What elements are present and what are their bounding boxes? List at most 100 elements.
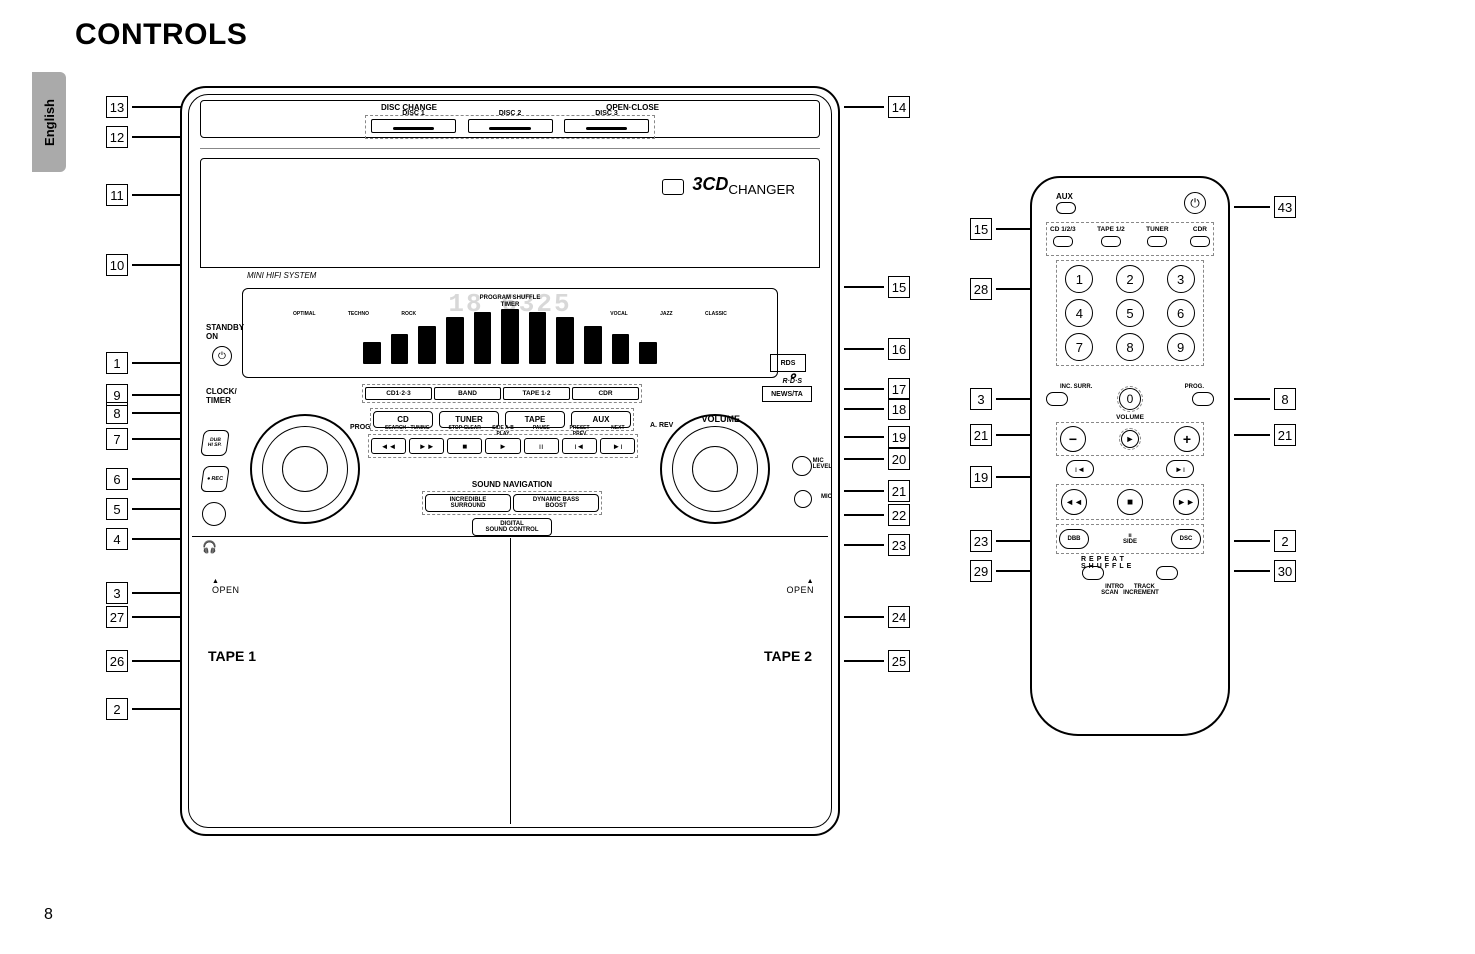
remote-volume-label: VOLUME	[1116, 414, 1144, 421]
compact-disc-logo	[662, 179, 684, 195]
mic-label: MIC	[821, 494, 832, 500]
callout-12: 12	[106, 126, 182, 148]
prog-label: PROG	[350, 424, 371, 431]
lcd-display: MINI HIFI SYSTEM PROGRAM SHUFFLE TIMER 1…	[242, 288, 778, 378]
remote-prev-button: ı◄	[1066, 460, 1094, 478]
callout-23: 23	[970, 530, 1032, 552]
callout-19: 19	[844, 426, 910, 448]
remote-cd-button: CD 1/2/3	[1050, 226, 1076, 252]
remote-next-button: ►ı	[1166, 460, 1194, 478]
remote-repeat-button	[1082, 566, 1104, 580]
callout-43: 43	[1234, 196, 1296, 218]
callout-25: 25	[844, 650, 910, 672]
remote-aux: AUX	[1056, 192, 1076, 214]
jog-dial	[250, 414, 360, 524]
callout-2: 2	[106, 698, 182, 720]
remote-prog-button	[1192, 392, 1214, 406]
remote-volume-row: − ► +	[1056, 422, 1204, 456]
remote-intro-track-label: INTRO TRACK SCAN INCREMENT	[1101, 584, 1159, 596]
tape-1-label: TAPE 1	[208, 648, 256, 664]
pause-button: ıı	[524, 438, 559, 454]
remote-power-icon: ⏻	[1184, 192, 1206, 214]
cd-changer-logo: 3CDCHANGER	[692, 177, 795, 197]
callout-1: 1	[106, 352, 182, 374]
callout-14: 14	[844, 96, 910, 118]
remote-dsc-button: DSC	[1171, 529, 1201, 549]
transport-row: SEARCH · TUNING STOP·CLEAR SIDE A·B PLAY…	[368, 434, 638, 458]
remote-rewind-button: ◄◄	[1061, 489, 1087, 515]
callout-24: 24	[844, 606, 910, 628]
callout-15: 15	[844, 276, 910, 298]
remote-dbb-button: DBB	[1059, 529, 1089, 549]
callout-29: 29	[970, 560, 1032, 582]
cd123-button: CD1·2·3	[365, 387, 432, 400]
clock-timer-label: CLOCK/ TIMER	[206, 388, 237, 406]
news-ta-button: NEWS/TA	[762, 386, 812, 402]
auto-reverse-label: A. REV	[650, 422, 673, 429]
disc-tray-area: DISC CHANGE OPEN·CLOSE DISC 1 DISC 2 DIS…	[200, 100, 820, 138]
key-2: 2	[1116, 265, 1144, 293]
callout-27: 27	[106, 606, 182, 628]
eco-button	[202, 502, 226, 526]
callout-30: 30	[1234, 560, 1296, 582]
callout-10: 10	[106, 254, 182, 276]
callout-16: 16	[844, 338, 910, 360]
key-9: 9	[1167, 333, 1195, 361]
key-1: 1	[1065, 265, 1093, 293]
source-selector-row: CD1·2·3 BAND TAPE 1·2 CDR	[362, 384, 642, 403]
language-tab: English	[32, 72, 66, 172]
callout-21: 21	[844, 480, 910, 502]
remote-ffwd-button: ►►	[1173, 489, 1199, 515]
callout-8: 8	[1234, 388, 1296, 410]
callout-3: 3	[970, 388, 1032, 410]
key-4: 4	[1065, 299, 1093, 327]
remote-cdr-button: CDR	[1190, 226, 1210, 252]
volume-knob	[660, 414, 770, 524]
key-7: 7	[1065, 333, 1093, 361]
stop-button: ■	[447, 438, 482, 454]
callout-2: 2	[1234, 530, 1296, 552]
callout-6: 6	[106, 468, 182, 490]
open-2-label: OPEN	[786, 578, 814, 595]
key-3: 3	[1167, 265, 1195, 293]
remote-vol-up: +	[1174, 426, 1200, 452]
callout-21: 21	[970, 424, 1032, 446]
remote-tuner-button: TUNER	[1146, 226, 1168, 252]
next-button: ►ı	[600, 438, 635, 454]
callout-17: 17	[844, 378, 910, 400]
tape-2-label: TAPE 2	[764, 648, 812, 664]
standby-label: STANDBYON	[206, 324, 244, 342]
open-1-label: OPEN	[212, 578, 240, 595]
ffwd-button: ►►	[409, 438, 444, 454]
callout-3: 3	[106, 582, 182, 604]
rewind-button: ◄◄	[371, 438, 406, 454]
remote-source-row: CD 1/2/3 TAPE 1/2 TUNER CDR	[1046, 222, 1214, 256]
disc-slots: DISC 1 DISC 2 DISC 3	[365, 115, 655, 139]
key-5: 5	[1116, 299, 1144, 327]
key-6: 6	[1167, 299, 1195, 327]
dbb-button: DYNAMIC BASS BOOST	[513, 494, 599, 512]
tape12-button: TAPE 1·2	[503, 387, 570, 400]
incredible-surround-button: INCREDIBLE SURROUND	[425, 494, 511, 512]
callout-13: 13	[106, 96, 182, 118]
dsc-button: DIGITAL SOUND CONTROL	[472, 518, 552, 536]
remote-tape-button: TAPE 1/2	[1097, 226, 1125, 252]
power-button: ⏻	[212, 346, 232, 366]
remote-sound-row: DBB ıı SIDE DSC	[1056, 524, 1204, 554]
headphone-icon: 🎧	[202, 540, 217, 554]
disc-1-slot: DISC 1	[371, 119, 456, 133]
callout-23: 23	[844, 534, 910, 556]
remote-shuffle-button	[1156, 566, 1178, 580]
disc-2-slot: DISC 2	[468, 119, 553, 133]
dub-button: DUB HI SP.	[200, 430, 230, 456]
mic-jack	[794, 490, 812, 508]
cdr-button: CDR	[572, 387, 639, 400]
remote-play-button: ►	[1119, 428, 1141, 450]
remote-keypad: 1 2 3 4 5 6 7 8 9	[1056, 260, 1204, 366]
remote-vol-down: −	[1060, 426, 1086, 452]
callout-26: 26	[106, 650, 182, 672]
mic-level-label: MIC LEVEL	[813, 458, 832, 470]
callout-7: 7	[106, 428, 182, 450]
remote-diagram: AUX ⏻ CD 1/2/3 TAPE 1/2 TUNER CDR 1 2 3 …	[1030, 176, 1230, 736]
callout-19: 19	[970, 466, 1032, 488]
